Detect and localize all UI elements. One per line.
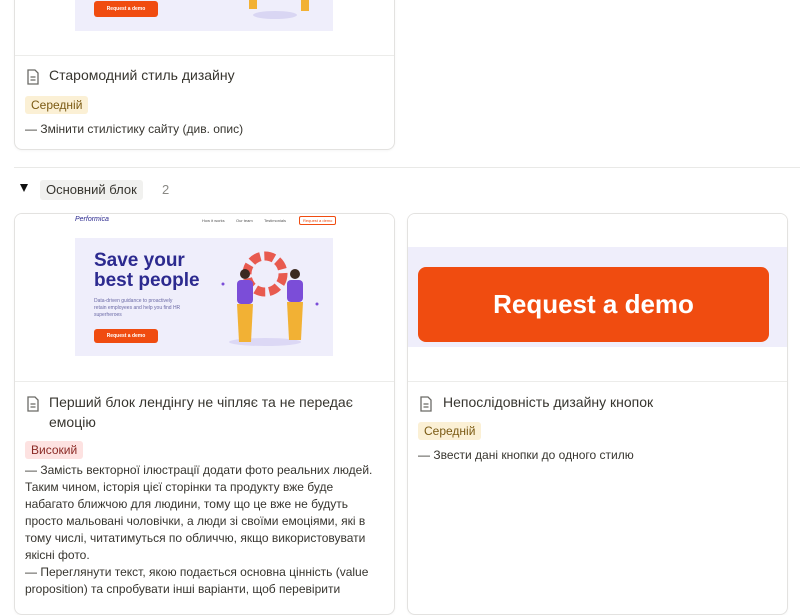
priority-tag: Високий: [25, 441, 84, 459]
card-cover: Performica How it works Our team Testimo…: [15, 214, 394, 382]
cover-headline-2: best people: [94, 270, 200, 291]
card-description: — Замість векторної ілюстрації додати фо…: [25, 463, 373, 596]
group-divider: [14, 167, 800, 168]
board-card-old-style[interactable]: Request a demo Старомодний стиль дизайну…: [14, 0, 395, 150]
priority-tag: Середній: [25, 96, 89, 114]
cover-request-demo-button: Request a demo: [418, 267, 769, 342]
illustration-figures: [249, 0, 309, 19]
cover-nav-1: How it works: [202, 218, 225, 223]
cover-nav-3: Testimonials: [264, 218, 287, 223]
card-cover: Request a demo: [408, 214, 787, 382]
card-description: — Змінити стилістику сайту (див. опис): [25, 122, 244, 136]
document-icon: [27, 396, 39, 412]
card-title: Перший блок лендінгу не чіпляє та не пер…: [49, 394, 353, 430]
board-card-button-consistency[interactable]: Request a demo Непослідовність дизайну к…: [407, 213, 788, 615]
document-icon: [420, 396, 432, 412]
cover-logo: Performica: [75, 216, 109, 223]
card-title: Непослідовність дизайну кнопок: [443, 394, 654, 410]
card-title: Старомодний стиль дизайну: [49, 67, 235, 83]
cover-nav-4: Request a demo: [299, 216, 337, 225]
cover-headline-1: Save your: [94, 250, 185, 271]
collapse-caret-icon[interactable]: [20, 184, 28, 192]
card-description: — Звести дані кнопки до одного стилю: [418, 448, 634, 462]
cover-subtext: Data-driven guidance to proactively reta…: [94, 298, 181, 318]
cover-request-demo-button: Request a demo: [94, 329, 158, 343]
group-count: 2: [162, 182, 170, 197]
illustration-people: [221, 251, 319, 346]
board-card-first-block[interactable]: Performica How it works Our team Testimo…: [14, 213, 395, 615]
cover-nav-2: Our team: [236, 218, 253, 223]
document-icon: [27, 69, 39, 85]
card-cover: Request a demo: [15, 0, 394, 56]
priority-tag: Середній: [418, 422, 482, 440]
group-name: Основний блок: [40, 180, 143, 200]
cover-request-demo-button: Request a demo: [94, 1, 158, 17]
